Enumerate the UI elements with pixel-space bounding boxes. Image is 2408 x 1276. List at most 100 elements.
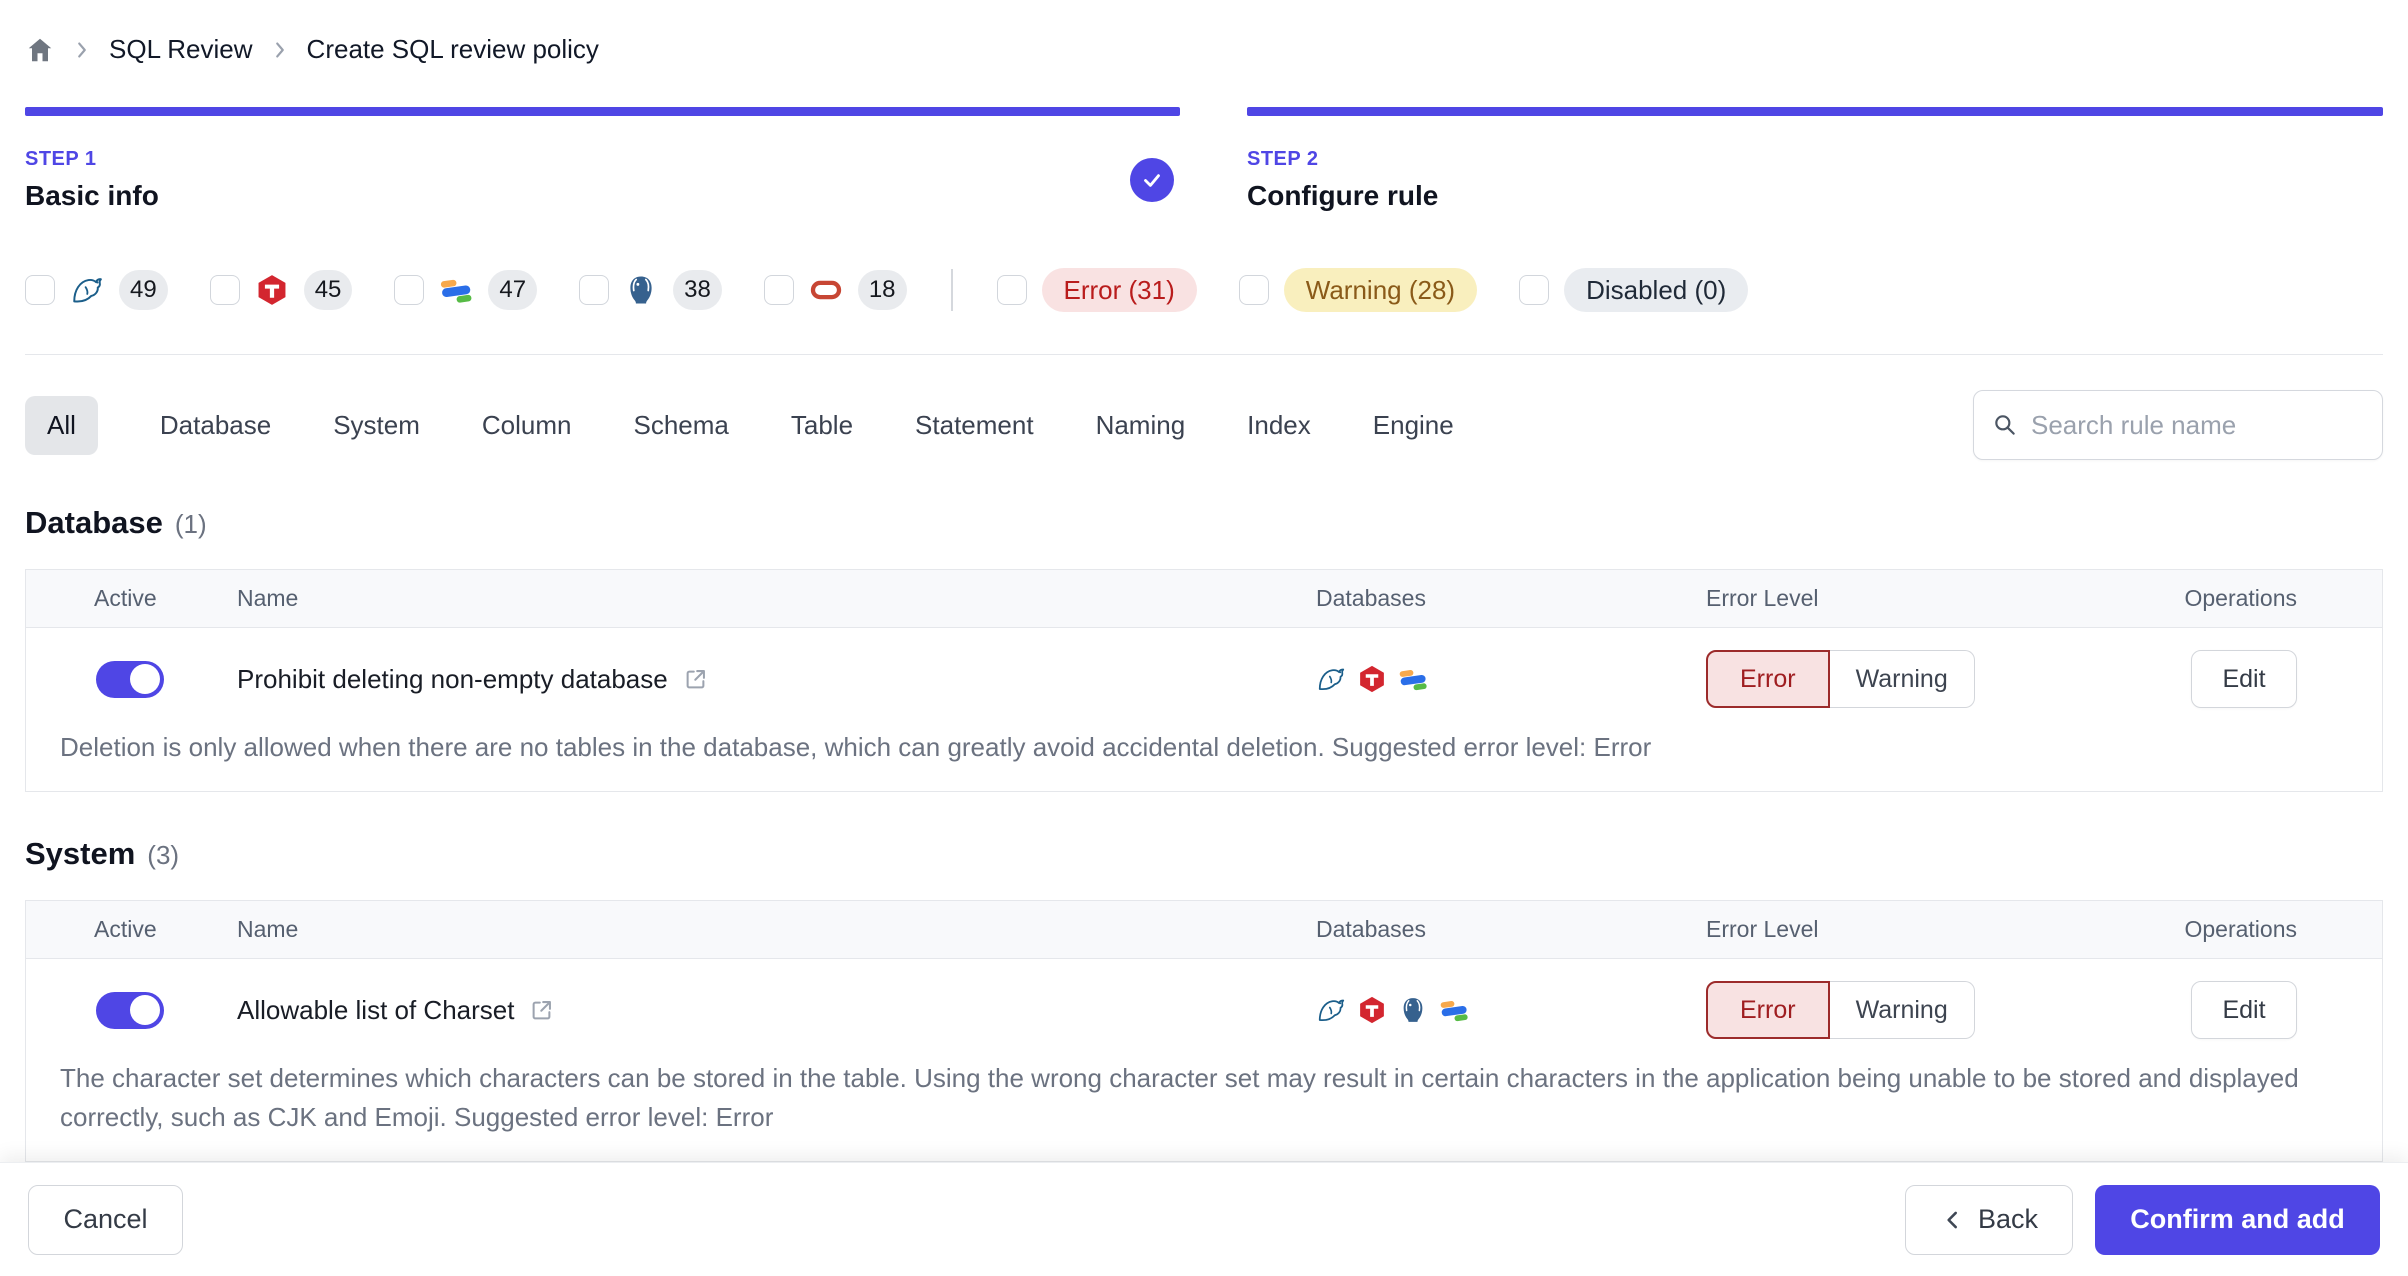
tidb-icon (255, 273, 289, 307)
oceanbase-icon (1439, 995, 1469, 1025)
oracle-count-badge: 18 (857, 270, 907, 310)
filter-engine-oceanbase[interactable]: 47 (394, 270, 538, 310)
edit-button[interactable]: Edit (2191, 981, 2297, 1039)
rule-active-toggle[interactable] (96, 991, 164, 1029)
filter-level-warning[interactable]: Warning (28) (1238, 268, 1478, 312)
tab-database[interactable]: Database (160, 410, 271, 441)
disabled-level-pill: Disabled (0) (1564, 268, 1749, 312)
category-tabs-row: All Database System Column Schema Table … (25, 389, 2383, 461)
col-databases: Databases (1316, 916, 1426, 942)
table-row: Prohibit deleting non-empty database Err… (26, 628, 2382, 708)
postgres-icon (624, 273, 658, 307)
warning-level-button[interactable]: Warning (1829, 981, 1975, 1039)
wizard-steps: STEP 1 Basic info STEP 2 Configure rule (25, 107, 2383, 212)
filter-engine-tidb[interactable]: 45 (209, 270, 353, 310)
step-2-label: STEP 2 (1247, 148, 1319, 170)
search-rule-input[interactable] (2031, 409, 2364, 441)
rule-description: The character set determines which chara… (60, 1063, 2299, 1132)
error-filter-checkbox[interactable] (996, 275, 1027, 305)
filter-level-error[interactable]: Error (31) (996, 268, 1197, 312)
rule-name: Allowable list of Charset (237, 994, 515, 1025)
tab-engine[interactable]: Engine (1373, 410, 1454, 441)
step-2-configure-rule[interactable]: STEP 2 Configure rule (1247, 107, 2383, 212)
step-1-title: Basic info (25, 180, 159, 211)
filter-engine-mysql[interactable]: 49 (25, 270, 168, 310)
error-level-pill: Error (31) (1041, 268, 1197, 312)
mysql-icon (1316, 995, 1346, 1025)
postgres-icon (1398, 995, 1428, 1025)
step-1-basic-info[interactable]: STEP 1 Basic info (25, 107, 1180, 212)
oceanbase-filter-checkbox[interactable] (394, 275, 425, 305)
tab-table[interactable]: Table (791, 410, 853, 441)
warning-filter-checkbox[interactable] (1238, 275, 1269, 305)
filter-engine-postgres[interactable]: 38 (579, 270, 722, 310)
postgres-filter-checkbox[interactable] (579, 275, 610, 305)
rule-database-icons (1316, 664, 1706, 694)
oceanbase-icon (1398, 664, 1428, 694)
col-name: Name (237, 916, 299, 942)
external-link-icon[interactable] (528, 997, 555, 1024)
tidb-count-badge: 45 (303, 270, 353, 310)
database-section-title: Database (25, 505, 163, 540)
table-header: Active Name Databases Error Level Operat… (26, 570, 2382, 628)
external-link-icon[interactable] (682, 666, 709, 693)
col-active: Active (94, 585, 157, 611)
chevron-left-icon (1940, 1207, 1966, 1233)
table-header: Active Name Databases Error Level Operat… (26, 901, 2382, 959)
table-row: Allowable list of Charset Error Warning … (26, 959, 2382, 1039)
breadcrumb-current: Create SQL review policy (306, 34, 599, 64)
tab-column[interactable]: Column (482, 410, 572, 441)
filter-engine-oracle[interactable]: 18 (763, 270, 907, 310)
edit-button[interactable]: Edit (2191, 650, 2297, 708)
system-section-count: (3) (147, 840, 180, 870)
tab-statement[interactable]: Statement (915, 410, 1034, 441)
search-icon (1992, 412, 2018, 438)
search-rule-box (1973, 390, 2383, 460)
rule-active-toggle[interactable] (96, 660, 164, 698)
tab-schema[interactable]: Schema (634, 410, 729, 441)
error-level-button[interactable]: Error (1706, 650, 1830, 708)
mysql-icon (1316, 664, 1346, 694)
footer-bar: Cancel Back Confirm and add (0, 1162, 2408, 1276)
step-2-progress-bar (1247, 107, 2383, 116)
tab-naming[interactable]: Naming (1096, 410, 1186, 441)
col-error-level: Error Level (1706, 916, 1819, 942)
filter-level-disabled[interactable]: Disabled (0) (1519, 268, 1749, 312)
chevron-right-icon (269, 39, 291, 61)
confirm-and-add-button[interactable]: Confirm and add (2095, 1184, 2380, 1255)
oracle-icon (809, 273, 843, 307)
breadcrumb: SQL Review Create SQL review policy (0, 0, 2408, 65)
col-error-level: Error Level (1706, 585, 1819, 611)
warning-level-button[interactable]: Warning (1829, 650, 1975, 708)
cancel-button[interactable]: Cancel (28, 1184, 183, 1255)
section-divider (25, 354, 2383, 355)
oceanbase-icon (439, 273, 473, 307)
step-1-label: STEP 1 (25, 148, 97, 170)
system-section-heading: System (3) (25, 836, 2383, 872)
warning-level-pill: Warning (28) (1283, 268, 1478, 312)
step-2-title: Configure rule (1247, 180, 1439, 211)
mysql-filter-checkbox[interactable] (25, 275, 55, 305)
error-level-button[interactable]: Error (1706, 981, 1830, 1039)
create-sql-review-policy-page: SQL Review Create SQL review policy STEP… (0, 0, 2408, 1276)
tab-all[interactable]: All (25, 395, 98, 455)
oceanbase-count-badge: 47 (488, 270, 538, 310)
system-section-title: System (25, 836, 136, 871)
col-name: Name (237, 585, 299, 611)
tidb-icon (1357, 995, 1387, 1025)
tab-system[interactable]: System (333, 410, 420, 441)
oracle-filter-checkbox[interactable] (763, 275, 794, 305)
col-active: Active (94, 916, 157, 942)
step-1-progress-bar (25, 107, 1180, 116)
postgres-count-badge: 38 (673, 270, 722, 310)
disabled-filter-checkbox[interactable] (1519, 275, 1550, 305)
tidb-filter-checkbox[interactable] (209, 275, 240, 305)
tab-index[interactable]: Index (1247, 410, 1311, 441)
mysql-count-badge: 49 (119, 270, 168, 310)
breadcrumb-sql-review[interactable]: SQL Review (109, 34, 253, 65)
tidb-icon (1357, 664, 1387, 694)
home-icon[interactable] (25, 35, 55, 65)
step-1-completed-check-icon (1130, 158, 1174, 202)
back-button[interactable]: Back (1905, 1184, 2073, 1255)
col-databases: Databases (1316, 585, 1426, 611)
